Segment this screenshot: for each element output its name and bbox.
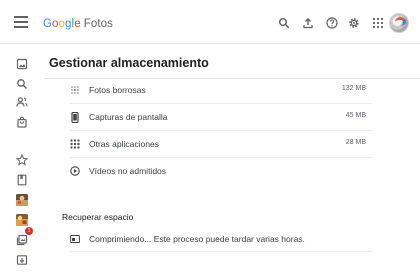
category-label: Fotos borrosas: [89, 85, 146, 95]
screenshot-icon: [70, 111, 80, 124]
star-icon[interactable]: [15, 153, 29, 166]
compression-status-row: Comprimiendo... Este proceso puede tarda…: [70, 228, 372, 252]
recover-space-heading: Recuperar espacio: [62, 212, 134, 222]
compress-icon: [70, 234, 80, 244]
utilities-icon[interactable]: [16, 234, 28, 246]
category-row-blurry[interactable]: Fotos borrosas 132 MB: [70, 78, 372, 104]
category-size: 28 MB: [345, 139, 366, 146]
category-row-screenshots[interactable]: Capturas de pantalla 45 MB: [70, 105, 372, 131]
search-icon[interactable]: [16, 78, 28, 90]
photos-icon[interactable]: [16, 58, 28, 70]
upload-icon[interactable]: [302, 17, 314, 29]
page-title: Gestionar almacenamiento: [49, 56, 209, 70]
other-apps-icon: [70, 139, 80, 150]
archive-icon[interactable]: [16, 254, 28, 266]
google-photos-logo[interactable]: Google Fotos: [43, 18, 113, 30]
album-thumb-1[interactable]: [16, 194, 28, 206]
notification-badge: 1: [25, 227, 33, 235]
sidebar: [0, 44, 44, 280]
category-label: Vídeos no admitidos: [89, 166, 167, 176]
album-thumb-2[interactable]: [16, 214, 28, 226]
category-row-unsupported-videos[interactable]: Vídeos no admitidos: [70, 159, 372, 185]
main-menu-button[interactable]: [14, 16, 28, 28]
compression-status-text: Comprimiendo... Este proceso puede tarda…: [89, 234, 305, 244]
account-avatar[interactable]: [389, 13, 409, 33]
category-label: Capturas de pantalla: [89, 112, 168, 122]
unsupported-video-icon: [70, 166, 80, 177]
search-icon[interactable]: [278, 17, 290, 29]
shopping-bag-icon[interactable]: [16, 116, 28, 128]
apps-icon[interactable]: [372, 17, 384, 29]
people-icon[interactable]: [16, 96, 28, 108]
bookmark-icon[interactable]: [16, 174, 28, 186]
category-label: Otras aplicaciones: [89, 139, 159, 149]
category-row-other-apps[interactable]: Otras aplicaciones 28 MB: [70, 132, 372, 158]
logo-letter: e: [74, 18, 81, 30]
logo-letter: G: [43, 18, 53, 30]
category-size: 132 MB: [341, 85, 366, 92]
category-size: 45 MB: [345, 112, 366, 119]
help-icon[interactable]: [326, 17, 338, 29]
blurry-photos-icon: [70, 85, 80, 96]
product-name: Fotos: [83, 18, 113, 30]
top-app-bar: Google Fotos: [0, 0, 420, 44]
settings-icon[interactable]: [348, 17, 360, 29]
